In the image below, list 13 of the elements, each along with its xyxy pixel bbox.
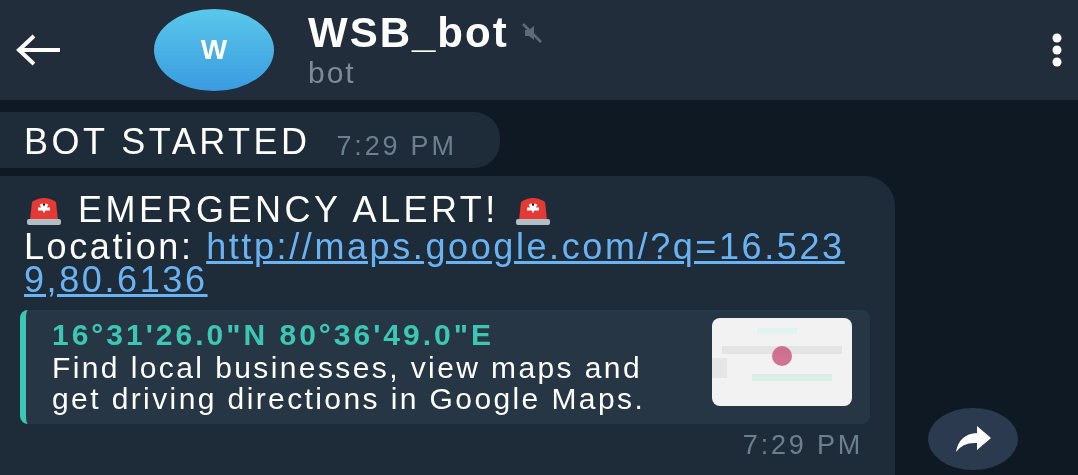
alert-title: EMERGENCY ALERT!	[78, 190, 499, 230]
chat-title: WSB_bot	[308, 10, 509, 56]
menu-icon[interactable]	[1050, 32, 1064, 68]
link-preview-card[interactable]: 16°31'26.0"N 80°36'49.0"E Find local businesses, view maps and get driving directions in Google Maps.	[20, 310, 870, 424]
message-time: 7:29 PM	[336, 131, 457, 162]
preview-title: 16°31'26.0"N 80°36'49.0"E	[52, 318, 495, 352]
avatar: W	[154, 9, 274, 91]
message-time: 7:29 PM	[742, 430, 863, 461]
location-text: Location: http://maps.google.com/?q=16.5239,80.6136	[24, 230, 846, 296]
forward-icon	[953, 424, 993, 454]
chat-subtitle: bot	[308, 56, 357, 90]
message-text: BOT STARTED	[24, 122, 311, 162]
preview-description: Find local businesses, view maps and get driving directions in Google Maps.	[52, 352, 647, 414]
